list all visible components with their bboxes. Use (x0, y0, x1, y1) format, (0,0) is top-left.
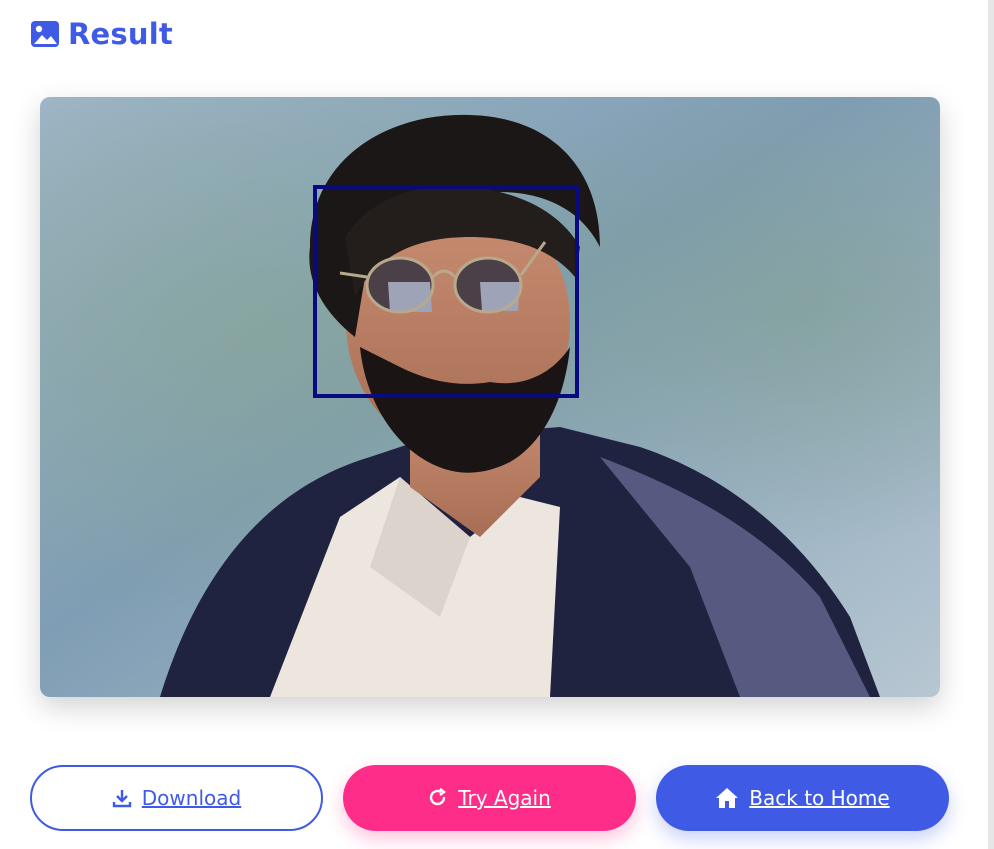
scrollbar-track[interactable] (988, 0, 994, 849)
image-icon (30, 20, 60, 48)
page-title: Result (68, 17, 173, 51)
download-label: Download (141, 786, 242, 810)
back-to-home-label: Back to Home (749, 786, 890, 810)
back-to-home-button[interactable]: Back to Home (656, 765, 949, 831)
result-image (40, 97, 940, 697)
download-button[interactable]: Download (30, 765, 323, 831)
try-again-button[interactable]: Try Again (343, 765, 636, 831)
result-page: Result Download Try Again Back to Home (0, 0, 994, 849)
home-icon (715, 787, 739, 809)
try-again-label: Try Again (458, 786, 551, 810)
download-icon (112, 788, 132, 808)
redo-icon (428, 788, 448, 808)
result-header: Result (30, 14, 173, 54)
